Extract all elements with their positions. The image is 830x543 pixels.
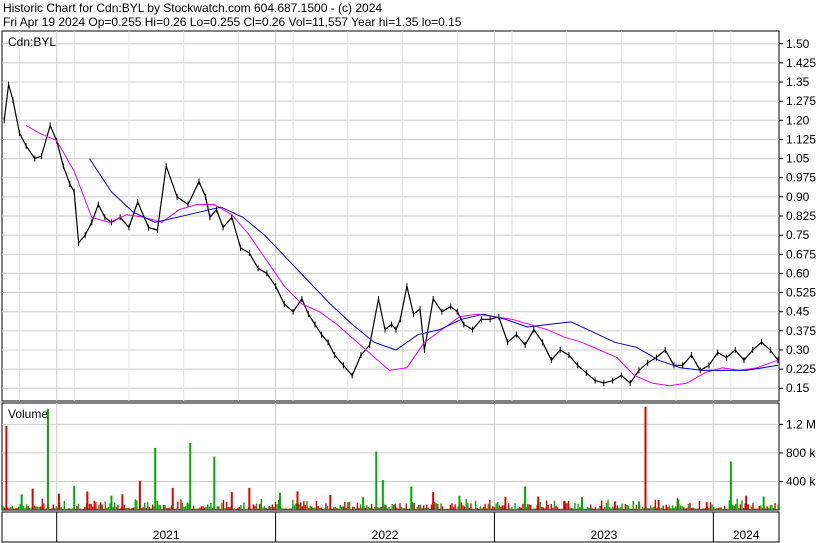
price-panel-label: Cdn:BYL	[8, 35, 56, 49]
price-tick-label: 0.60	[786, 266, 810, 280]
volume-panel-label: Volume	[8, 407, 48, 421]
year-label: 2023	[591, 528, 618, 542]
volume-tick-label: 1.2 M	[786, 417, 816, 431]
price-axis-ticks: 1.50 1.425 1.35 1.275 1.20 1.125 1.05 0.975 0.90…	[779, 37, 816, 395]
price-tick-label: 1.125	[786, 132, 816, 146]
price-tick-label: 0.75	[786, 228, 810, 242]
price-tick-label: 0.675	[786, 247, 816, 261]
price-tick-label: 0.45	[786, 305, 810, 319]
stock-chart: 1.50 1.425 1.35 1.275 1.20 1.125 1.05 0.975 0.90…	[1, 30, 816, 543]
price-tick-label: 1.05	[786, 152, 810, 166]
volume-tick-label: 800 k	[786, 446, 816, 460]
year-label: 2022	[372, 528, 399, 542]
price-tick-label: 0.30	[786, 343, 810, 357]
price-tick-label: 0.15	[786, 381, 810, 395]
price-tick-label: 1.50	[786, 37, 810, 51]
year-label: 2024	[733, 528, 760, 542]
price-tick-label: 0.525	[786, 286, 816, 300]
year-label: 2021	[153, 528, 180, 542]
price-tick-label: 0.90	[786, 190, 810, 204]
price-tick-label: 0.375	[786, 324, 816, 338]
price-tick-label: 1.20	[786, 113, 810, 127]
price-tick-label: 1.425	[786, 56, 816, 70]
price-tick-label: 1.275	[786, 94, 816, 108]
volume-panel	[1, 402, 780, 511]
price-tick-label: 0.225	[786, 362, 816, 376]
price-tick-label: 0.825	[786, 209, 816, 223]
volume-axis-ticks: 1.2 M 800 k 400 k	[779, 417, 816, 488]
price-tick-label: 0.975	[786, 171, 816, 185]
volume-tick-label: 400 k	[786, 474, 816, 488]
price-tick-label: 1.35	[786, 75, 810, 89]
